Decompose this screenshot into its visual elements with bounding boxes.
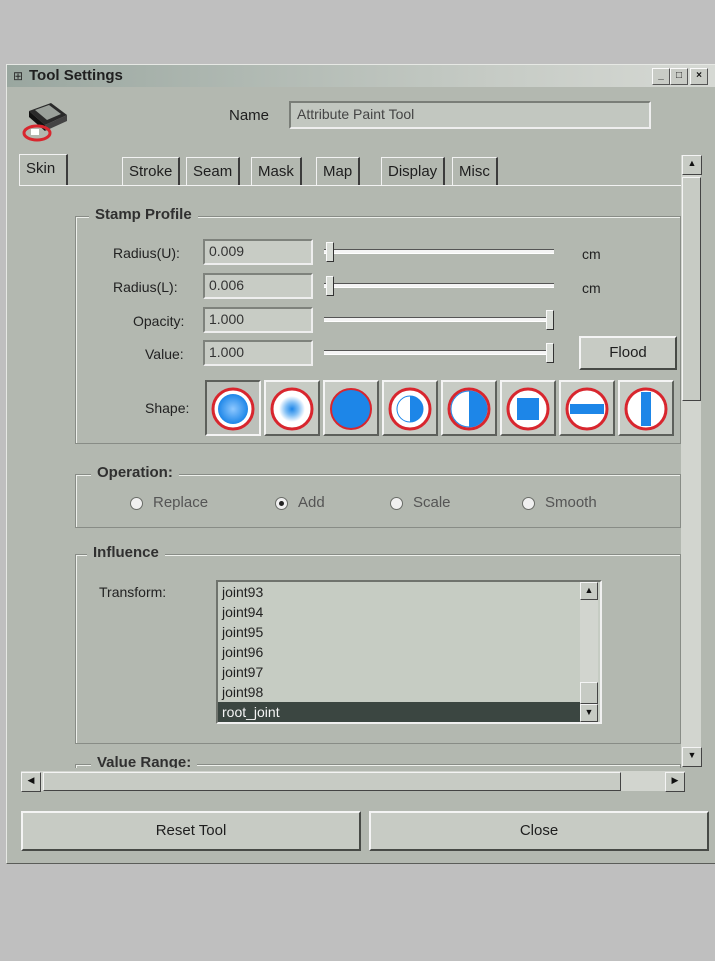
solid-circle-brush-icon xyxy=(330,388,372,430)
transform-list-scroll-thumb[interactable] xyxy=(580,682,598,704)
shape-half-left-button[interactable] xyxy=(441,380,497,436)
value-range-legend: Value Range: xyxy=(91,754,198,768)
value-label: Value: xyxy=(145,346,184,362)
shape-half-right-button[interactable] xyxy=(382,380,438,436)
opacity-field[interactable]: 1.000 xyxy=(203,307,313,333)
list-item[interactable]: joint98 xyxy=(218,682,580,702)
list-item[interactable]: joint96 xyxy=(218,642,580,662)
replace-radio-label[interactable]: Replace xyxy=(153,494,208,511)
value-slider-thumb[interactable] xyxy=(546,343,554,363)
radius-l-field[interactable]: 0.006 xyxy=(203,273,313,299)
list-item[interactable]: joint97 xyxy=(218,662,580,682)
flood-button[interactable]: Flood xyxy=(579,336,677,370)
gaussian-brush-icon xyxy=(211,387,255,431)
half-left-brush-icon xyxy=(447,387,491,431)
square-brush-icon xyxy=(506,387,550,431)
add-radio[interactable] xyxy=(275,497,288,510)
radius-u-unit: cm xyxy=(582,246,601,262)
shape-vertical-bar-button[interactable] xyxy=(618,380,674,436)
maximize-button[interactable]: □ xyxy=(670,68,688,85)
shape-solid-button[interactable] xyxy=(323,380,379,436)
tab-display[interactable]: Display xyxy=(381,157,446,186)
horizontal-bar-brush-icon xyxy=(565,387,609,431)
influence-legend: Influence xyxy=(87,544,165,561)
tab-skin-paint[interactable]: Skin Paint xyxy=(19,154,69,205)
window-title: Tool Settings xyxy=(29,67,123,84)
transform-label: Transform: xyxy=(99,584,167,600)
close-button[interactable]: Close xyxy=(369,811,709,851)
window-icon: ⊞ xyxy=(13,69,24,83)
panel-scroll-left-icon[interactable]: ◀ xyxy=(21,772,41,792)
scroll-up-arrow-icon[interactable]: ▲ xyxy=(580,582,598,600)
value-slider[interactable] xyxy=(324,350,554,355)
vertical-bar-brush-icon xyxy=(624,387,668,431)
close-window-button[interactable]: × xyxy=(690,68,708,85)
transform-listbox[interactable]: joint93 joint94 joint95 joint96 joint97 … xyxy=(216,580,602,724)
reset-tool-button[interactable]: Reset Tool xyxy=(21,811,361,851)
shape-label: Shape: xyxy=(145,400,190,416)
radius-l-slider[interactable] xyxy=(324,283,554,288)
shape-soft-button[interactable] xyxy=(264,380,320,436)
tab-map[interactable]: Map xyxy=(316,157,361,186)
panel-scroll-down-icon[interactable]: ▼ xyxy=(682,747,702,767)
opacity-slider-thumb[interactable] xyxy=(546,310,554,330)
skin-paint-panel: Stamp Profile Radius(U): 0.009 cm Radius… xyxy=(19,185,681,768)
tab-stroke[interactable]: Stroke xyxy=(122,157,181,186)
replace-radio[interactable] xyxy=(130,497,143,510)
tool-name-field[interactable]: Attribute Paint Tool xyxy=(289,101,651,129)
radius-l-slider-thumb[interactable] xyxy=(326,276,334,296)
smooth-radio-label[interactable]: Smooth xyxy=(545,494,597,511)
radius-u-slider-thumb[interactable] xyxy=(326,242,334,262)
scroll-down-arrow-icon[interactable]: ▼ xyxy=(580,704,598,722)
opacity-label: Opacity: xyxy=(133,313,185,329)
list-item-selected[interactable]: root_joint xyxy=(218,702,580,722)
tab-misc[interactable]: Misc xyxy=(452,157,498,186)
name-label: Name xyxy=(229,107,270,124)
radius-l-unit: cm xyxy=(582,280,601,296)
radius-l-label: Radius(L): xyxy=(113,279,178,295)
radius-u-field[interactable]: 0.009 xyxy=(203,239,313,265)
radius-u-slider[interactable] xyxy=(324,249,554,254)
panel-scroll-up-icon[interactable]: ▲ xyxy=(682,155,702,175)
half-right-brush-icon xyxy=(388,387,432,431)
shape-square-button[interactable] xyxy=(500,380,556,436)
panel-horizontal-scroll-thumb[interactable] xyxy=(43,772,621,791)
add-radio-label[interactable]: Add xyxy=(298,494,325,511)
list-item[interactable]: joint93 xyxy=(218,582,580,602)
radius-u-label: Radius(U): xyxy=(113,245,180,261)
opacity-slider[interactable] xyxy=(324,317,554,322)
scale-radio[interactable] xyxy=(390,497,403,510)
list-item[interactable]: joint94 xyxy=(218,602,580,622)
shape-horizontal-bar-button[interactable] xyxy=(559,380,615,436)
tool-settings-window: ⊞ Tool Settings _ □ × Name Attribute Pai… xyxy=(6,64,715,864)
shape-gaussian-button[interactable] xyxy=(205,380,261,436)
stamp-profile-legend: Stamp Profile xyxy=(89,206,198,223)
scale-radio-label[interactable]: Scale xyxy=(413,494,451,511)
minimize-button[interactable]: _ xyxy=(652,68,670,85)
panel-scroll-thumb[interactable] xyxy=(682,177,701,401)
panel-horizontal-scrollbar[interactable]: ◀ ▶ xyxy=(21,771,685,792)
smooth-radio[interactable] xyxy=(522,497,535,510)
paint-brush-tool-icon xyxy=(22,103,67,142)
title-bar[interactable]: ⊞ Tool Settings _ □ × xyxy=(7,65,715,87)
transform-list: joint93 joint94 joint95 joint96 joint97 … xyxy=(218,582,580,722)
soft-brush-icon xyxy=(270,387,314,431)
operation-legend: Operation: xyxy=(91,464,179,481)
value-field[interactable]: 1.000 xyxy=(203,340,313,366)
tab-mask[interactable]: Mask xyxy=(251,157,302,186)
tab-seam[interactable]: Seam xyxy=(186,157,241,186)
panel-vertical-scrollbar[interactable]: ▲ ▼ xyxy=(681,155,702,767)
list-item[interactable]: joint95 xyxy=(218,622,580,642)
transform-list-scrollbar[interactable]: ▲ ▼ xyxy=(580,582,598,722)
panel-scroll-right-icon[interactable]: ▶ xyxy=(665,772,685,792)
